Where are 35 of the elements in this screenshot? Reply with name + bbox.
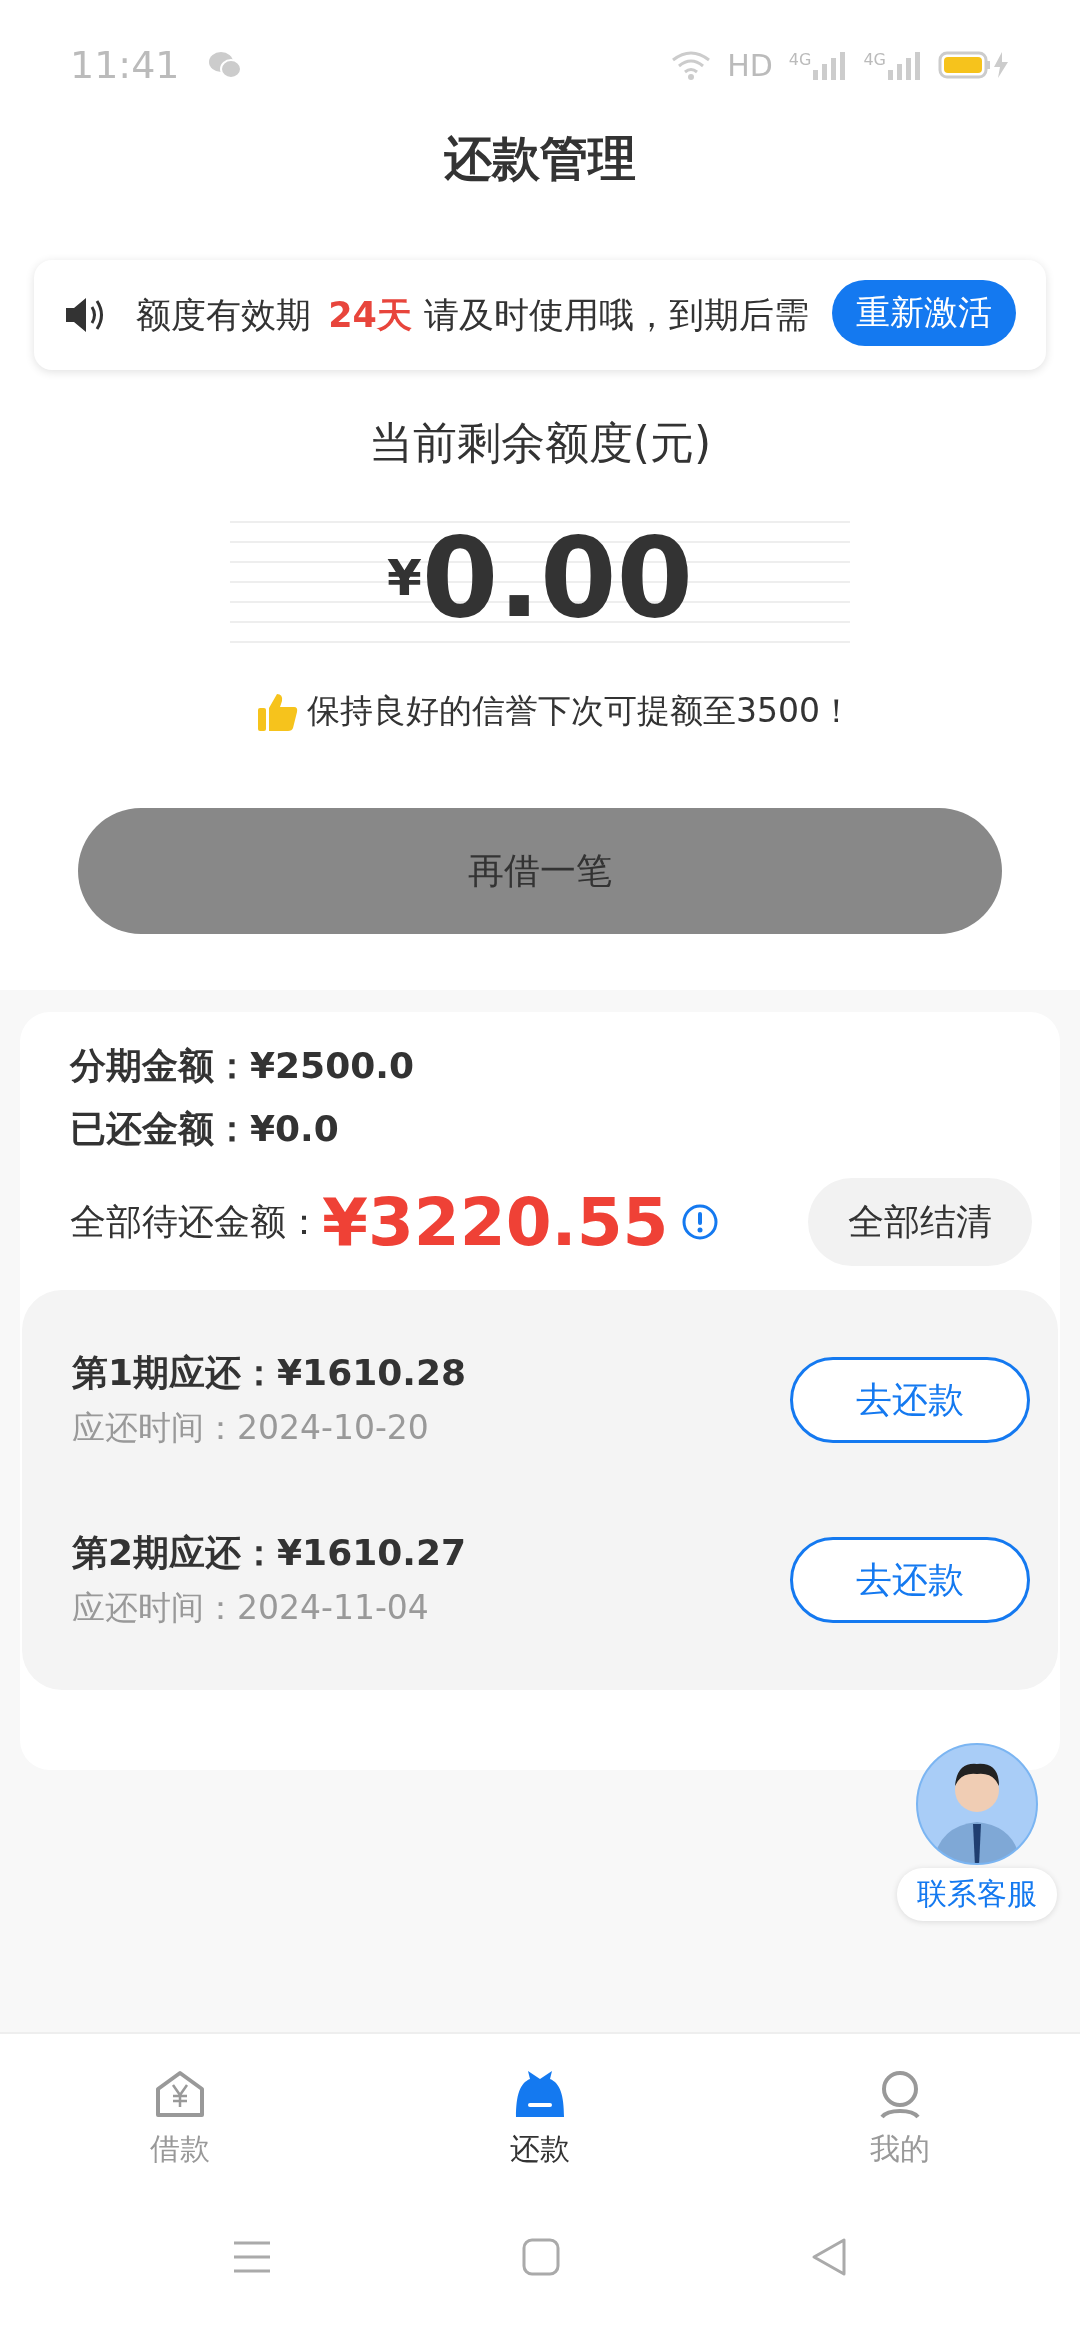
repay-button[interactable]: 去还款 <box>790 1537 1030 1623</box>
back-icon[interactable] <box>810 2237 848 2277</box>
signal-icon <box>888 50 922 80</box>
network-type: 4G <box>863 50 886 69</box>
reactivate-button[interactable]: 重新激活 <box>832 280 1016 346</box>
home-icon[interactable] <box>522 2238 560 2276</box>
due-date: 应还时间：2024-10-20 <box>72 1407 430 1449</box>
thumbs-up-icon <box>257 691 299 732</box>
total-due-label: 全部待还金额： <box>70 1199 322 1244</box>
nav-tab[interactable]: 借款 <box>0 2034 360 2204</box>
battery-icon <box>938 50 1010 80</box>
contact-support-button[interactable]: 联系客服 <box>897 1868 1057 1921</box>
repay-button[interactable]: 去还款 <box>790 1357 1030 1443</box>
wifi-icon <box>671 50 712 80</box>
due-date: 应还时间：2024-11-04 <box>72 1587 430 1629</box>
info-icon[interactable] <box>680 1203 719 1241</box>
settle-all-button[interactable]: 全部结清 <box>808 1178 1032 1266</box>
chat-app-icon <box>207 50 242 80</box>
signal-icon <box>813 50 848 80</box>
total-due-amount: ¥3220.55 <box>322 1183 669 1261</box>
nav-tab[interactable]: 还款 <box>360 2034 720 2204</box>
balance-label: 当前剩余额度(元) <box>367 416 713 470</box>
network-label: HD <box>727 47 773 83</box>
repaid-amount: 已还金额：¥0.0 <box>70 1107 340 1151</box>
notice-text: 额度有效期 24天 请及时使用哦，到期后需 <box>136 293 809 337</box>
installment-title: 第1期应还：¥1610.28 <box>72 1351 468 1395</box>
menu-icon[interactable] <box>232 2240 272 2274</box>
nav-tab[interactable]: 我的 <box>720 2034 1080 2204</box>
network-type: 4G <box>788 50 812 69</box>
installment-title: 第2期应还：¥1610.27 <box>72 1531 468 1575</box>
installment-amount: 分期金额：¥2500.0 <box>70 1044 415 1088</box>
balance-amount: ¥0.00 <box>386 518 694 638</box>
credit-tip: 保持良好的信誉下次可提额至3500！ <box>307 690 853 732</box>
status-time: 11:41 <box>70 43 180 87</box>
page-title: 还款管理 <box>443 129 637 188</box>
